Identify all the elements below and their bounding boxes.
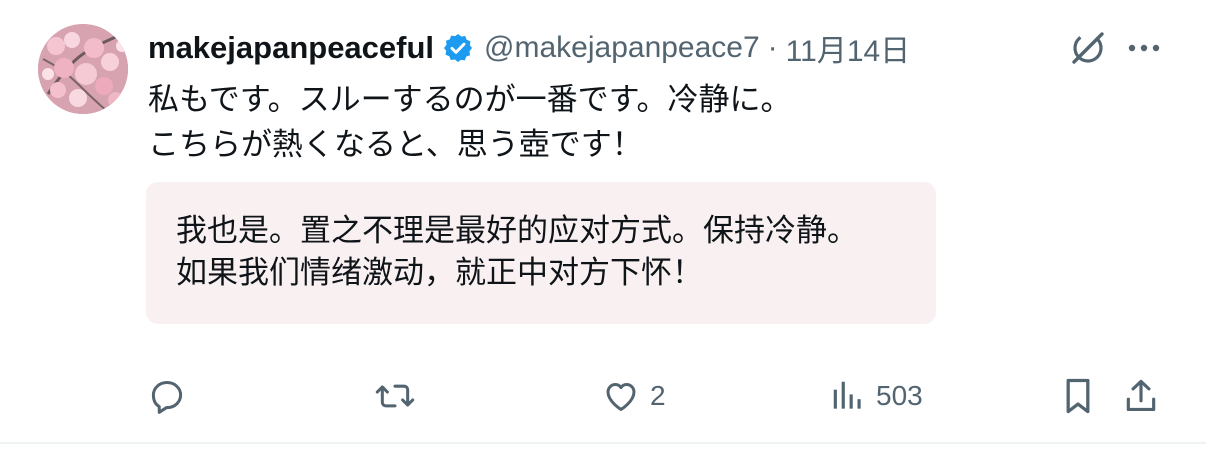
reply-button[interactable] [148,372,196,420]
grok-icon[interactable] [1068,28,1108,68]
post-text-line: こちらが熱くなると、思う壺です！ [148,127,643,163]
post-text-line: 私もです。スルーするのが一番です。冷静に。 [148,82,792,118]
bookmark-icon [1066,378,1090,414]
verified-badge-icon[interactable] [442,32,474,64]
display-name[interactable]: makejapanpeaceful [148,30,434,66]
reply-icon [151,381,183,414]
post-card[interactable]: makejapanpeaceful @makejapanpeace7 · 11月… [0,0,1206,443]
heart-icon [606,382,636,411]
cherry-blossom-avatar-image [38,24,128,114]
views-count: 503 [876,380,923,411]
action-bar: 2 503 [0,372,1206,420]
repost-icon [375,384,415,408]
post-header: makejapanpeaceful @makejapanpeace7 · 11月… [148,26,910,70]
like-count: 2 [650,380,666,411]
share-icon [1126,379,1156,412]
post-text: 私もです。スルーするのが一番です。冷静に。 こちらが熱くなると、思う壺です！ [148,78,792,168]
bookmark-button[interactable] [1060,372,1096,420]
views-icon [833,381,861,409]
like-button[interactable]: 2 [602,372,666,420]
translation-box: 我也是。置之不理是最好的应对方式。保持冷静。 如果我们情绪激动，就正中对方下怀！ [146,182,936,324]
share-button[interactable] [1122,372,1160,420]
divider [0,442,1206,444]
repost-button[interactable] [374,372,426,420]
separator-dot: · [767,31,778,64]
translation-text: 我也是。置之不理是最好的应对方式。保持冷静。 如果我们情绪激动，就正中对方下怀！ [176,210,858,294]
post-timestamp[interactable]: 11月14日 [786,26,911,70]
views-button[interactable]: 503 [830,372,923,420]
more-options-icon[interactable] [1124,30,1164,66]
avatar[interactable] [38,24,128,114]
user-handle[interactable]: @makejapanpeace7 [484,31,760,65]
translation-text-line: 我也是。置之不理是最好的应对方式。保持冷静。 [176,213,858,249]
translation-text-line: 如果我们情绪激动，就正中对方下怀！ [176,255,703,291]
